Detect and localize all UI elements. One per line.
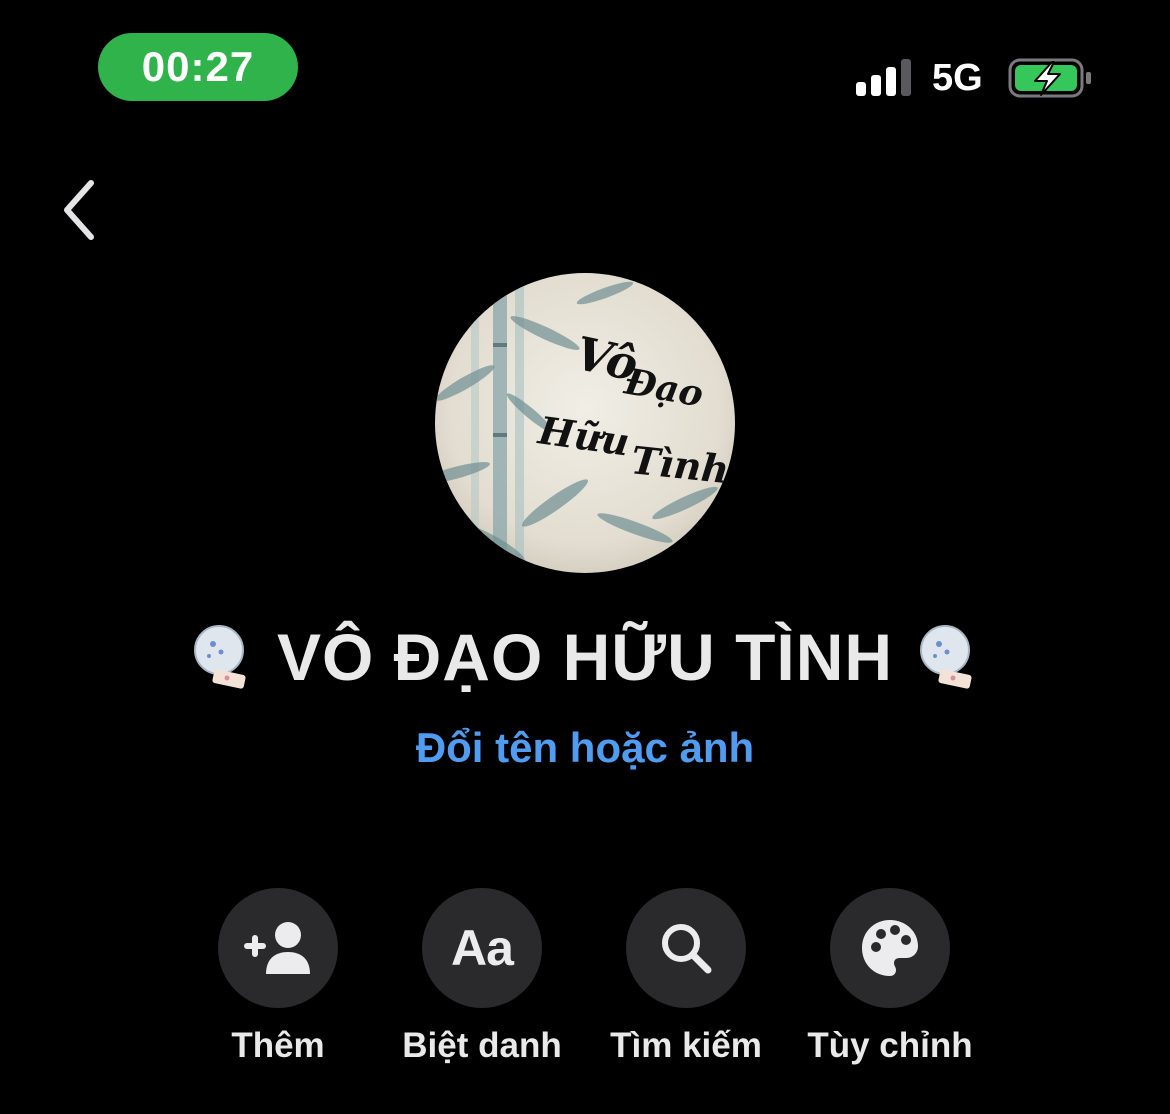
group-title-row: VÔ ĐẠO HỮU TÌNH	[0, 612, 1170, 702]
scroll-emoji-icon	[193, 625, 246, 689]
nickname-button[interactable]: Aa	[422, 888, 542, 1008]
chevron-left-icon	[64, 180, 94, 240]
action-label: Tùy chỉnh	[807, 1026, 973, 1065]
action-search[interactable]: Tìm kiếm	[586, 888, 786, 1066]
palette-icon	[862, 920, 918, 976]
back-button[interactable]	[44, 170, 114, 250]
action-nickname[interactable]: Aa Biệt danh	[382, 888, 582, 1066]
action-customize[interactable]: Tùy chỉnh	[790, 888, 990, 1066]
search-icon	[662, 924, 712, 974]
action-label: Tìm kiếm	[610, 1026, 762, 1065]
customize-button[interactable]	[830, 888, 950, 1008]
scroll-emoji-icon	[920, 625, 972, 689]
action-label: Thêm	[231, 1026, 325, 1065]
search-button[interactable]	[626, 888, 746, 1008]
cellular-signal-icon	[856, 59, 911, 96]
group-info-screen: 00:27 5G Vô Đạo Hữu Tình VÔ ĐẠO HỮU TÌNH…	[0, 0, 1170, 1114]
avatar-image: Vô Đạo Hữu Tình	[435, 273, 735, 573]
action-label: Biệt danh	[402, 1026, 562, 1065]
group-name: VÔ ĐẠO HỮU TÌNH	[276, 620, 894, 694]
rename-link[interactable]: Đổi tên hoặc ảnh	[0, 724, 1170, 772]
status-time: 00:27	[141, 43, 255, 90]
status-time-pill: 00:27	[98, 33, 298, 101]
add-member-button[interactable]	[218, 888, 338, 1008]
group-avatar[interactable]: Vô Đạo Hữu Tình	[435, 273, 735, 573]
battery-charging-icon	[1008, 58, 1091, 98]
add-person-icon	[244, 922, 310, 974]
text-aa-icon: Aa	[451, 920, 514, 976]
network-type: 5G	[932, 57, 983, 99]
action-add[interactable]: Thêm	[178, 888, 378, 1066]
